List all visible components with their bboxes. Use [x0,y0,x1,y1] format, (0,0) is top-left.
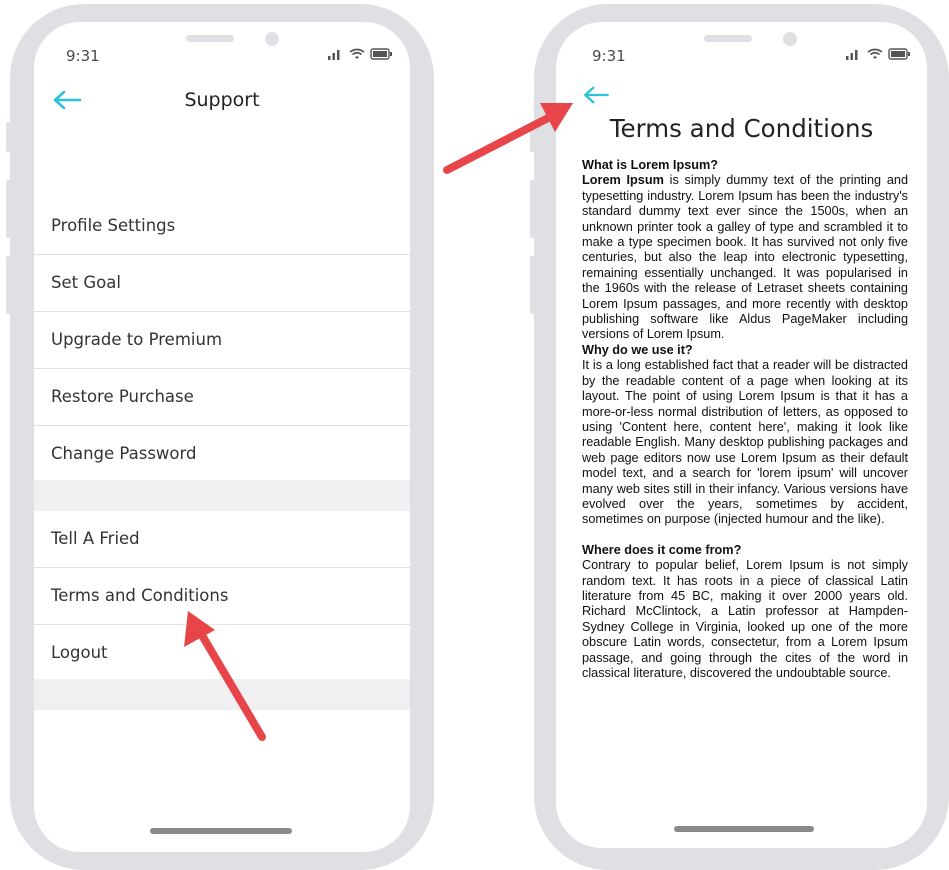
arrow-left-icon[interactable] [582,86,610,104]
side-button [6,180,11,238]
menu-item-restore-purchase[interactable]: Restore Purchase [34,369,410,426]
camera [783,32,797,46]
lead-text: Lorem Ipsum [582,173,664,188]
terms-content: What is Lorem Ipsum? Lorem Ipsum is simp… [582,158,908,681]
wifi-icon [867,48,883,59]
section-body: Lorem Ipsum is simply dummy text of the … [582,173,908,342]
section-divider [34,480,410,511]
section-heading: Where does it come from? [582,542,742,557]
side-button [530,180,535,238]
phone-support: 9:31 Support Profile Settings Set Goal U… [6,4,434,870]
menu-item-logout[interactable]: Logout [34,625,410,681]
section-heading: What is Lorem Ipsum? [582,158,719,172]
status-time: 9:31 [592,47,626,65]
phone-terms: 9:31 Terms and Conditions What is Lorem … [530,4,949,870]
status-icons [328,48,392,60]
battery-icon [888,48,910,60]
camera [265,32,279,46]
support-screen: 9:31 Support Profile Settings Set Goal U… [34,22,410,852]
menu-item-upgrade-premium[interactable]: Upgrade to Premium [34,312,410,369]
menu-item-tell-a-friend[interactable]: Tell A Fried [34,511,410,568]
side-button [6,256,11,314]
section-body: Contrary to popular belief, Lorem Ipsum … [582,558,908,680]
menu-item-profile-settings[interactable]: Profile Settings [34,198,410,255]
battery-icon [370,48,392,60]
page-title: Support [184,89,260,111]
side-button [6,122,11,152]
signal-icon [846,50,858,60]
speaker [704,35,752,42]
side-button [530,256,535,314]
status-icons [846,48,910,60]
speaker [186,35,234,42]
home-indicator [150,828,292,834]
section-divider [34,679,410,710]
body-text: is simply dummy text of the printing and… [582,173,908,342]
page-title: Terms and Conditions [609,114,874,143]
terms-screen: 9:31 Terms and Conditions What is Lorem … [556,22,927,848]
status-time: 9:31 [66,47,100,65]
menu-item-set-goal[interactable]: Set Goal [34,255,410,312]
side-button [530,122,535,152]
home-indicator [674,826,814,832]
menu-group-account: Profile Settings Set Goal Upgrade to Pre… [34,198,410,482]
section-heading: Why do we use it? [582,342,693,357]
bottom-bar [556,802,927,848]
signal-icon [328,50,340,60]
menu-group-other: Tell A Fried Terms and Conditions Logout [34,511,410,681]
menu-item-terms-and-conditions[interactable]: Terms and Conditions [34,568,410,625]
section-body: It is a long established fact that a rea… [582,358,908,527]
wifi-icon [349,48,365,59]
menu-item-change-password[interactable]: Change Password [34,426,410,482]
